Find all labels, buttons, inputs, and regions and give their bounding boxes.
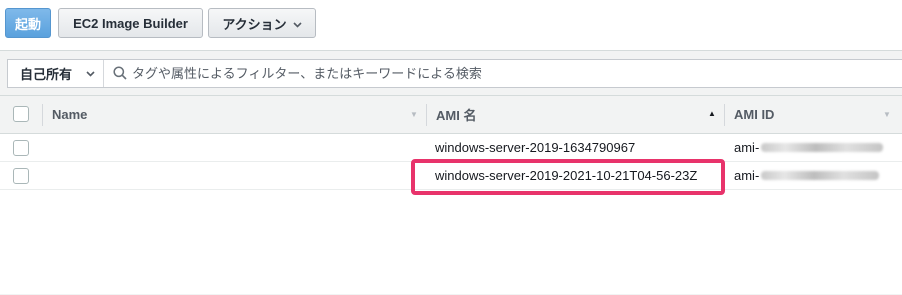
search-icon xyxy=(113,66,127,85)
column-header-name[interactable]: Name xyxy=(52,96,412,133)
select-all-checkbox[interactable] xyxy=(13,106,29,122)
filter-bar: 自己所有 xyxy=(7,59,902,88)
toolbar: 起動 EC2 Image Builder アクション xyxy=(0,0,902,52)
owner-filter-dropdown[interactable]: 自己所有 xyxy=(8,60,104,87)
chevron-down-icon xyxy=(86,65,95,80)
sort-icon: ▼ xyxy=(883,110,891,119)
chevron-down-icon xyxy=(293,16,302,31)
column-divider xyxy=(426,104,427,126)
column-header-ami-id[interactable]: AMI ID xyxy=(734,96,884,133)
column-divider xyxy=(42,104,43,126)
select-all-cell xyxy=(0,96,42,133)
ami-table: Name ▼ AMI 名 ▲ AMI ID ▼ windows-server-2… xyxy=(0,95,902,294)
row-checkbox[interactable] xyxy=(13,140,29,156)
launch-button[interactable]: 起動 xyxy=(5,8,51,38)
redacted-ami-id xyxy=(761,143,884,152)
table-header: Name ▼ AMI 名 ▲ AMI ID ▼ xyxy=(0,95,902,134)
ami-id-prefix: ami- xyxy=(734,140,760,155)
table-row[interactable]: windows-server-2019-1634790967 ami- xyxy=(0,134,902,162)
column-header-label: AMI 名 xyxy=(436,108,477,123)
row-checkbox[interactable] xyxy=(13,168,29,184)
ami-id-prefix: ami- xyxy=(734,168,760,183)
column-header-ami-name[interactable]: AMI 名 xyxy=(436,96,706,133)
actions-dropdown-button[interactable]: アクション xyxy=(208,8,316,38)
row-ami-name-cell: windows-server-2019-1634790967 xyxy=(435,140,636,155)
column-header-label: Name xyxy=(52,107,88,122)
table-row[interactable]: windows-server-2019-2021-10-21T04-56-23Z… xyxy=(0,162,902,190)
column-divider xyxy=(724,104,725,126)
row-ami-name-cell: windows-server-2019-2021-10-21T04-56-23Z xyxy=(435,168,698,183)
owner-filter-label: 自己所有 xyxy=(20,67,73,82)
ec2-image-builder-button[interactable]: EC2 Image Builder xyxy=(58,8,203,38)
row-ami-id-cell: ami- xyxy=(734,162,880,189)
column-header-label: AMI ID xyxy=(734,107,775,122)
actions-label: アクション xyxy=(222,16,287,32)
sort-icon: ▼ xyxy=(410,110,418,119)
redacted-ami-id xyxy=(761,171,880,180)
row-ami-id-cell: ami- xyxy=(734,134,884,161)
search-input[interactable] xyxy=(132,63,872,83)
sort-ascending-icon: ▲ xyxy=(708,109,716,118)
